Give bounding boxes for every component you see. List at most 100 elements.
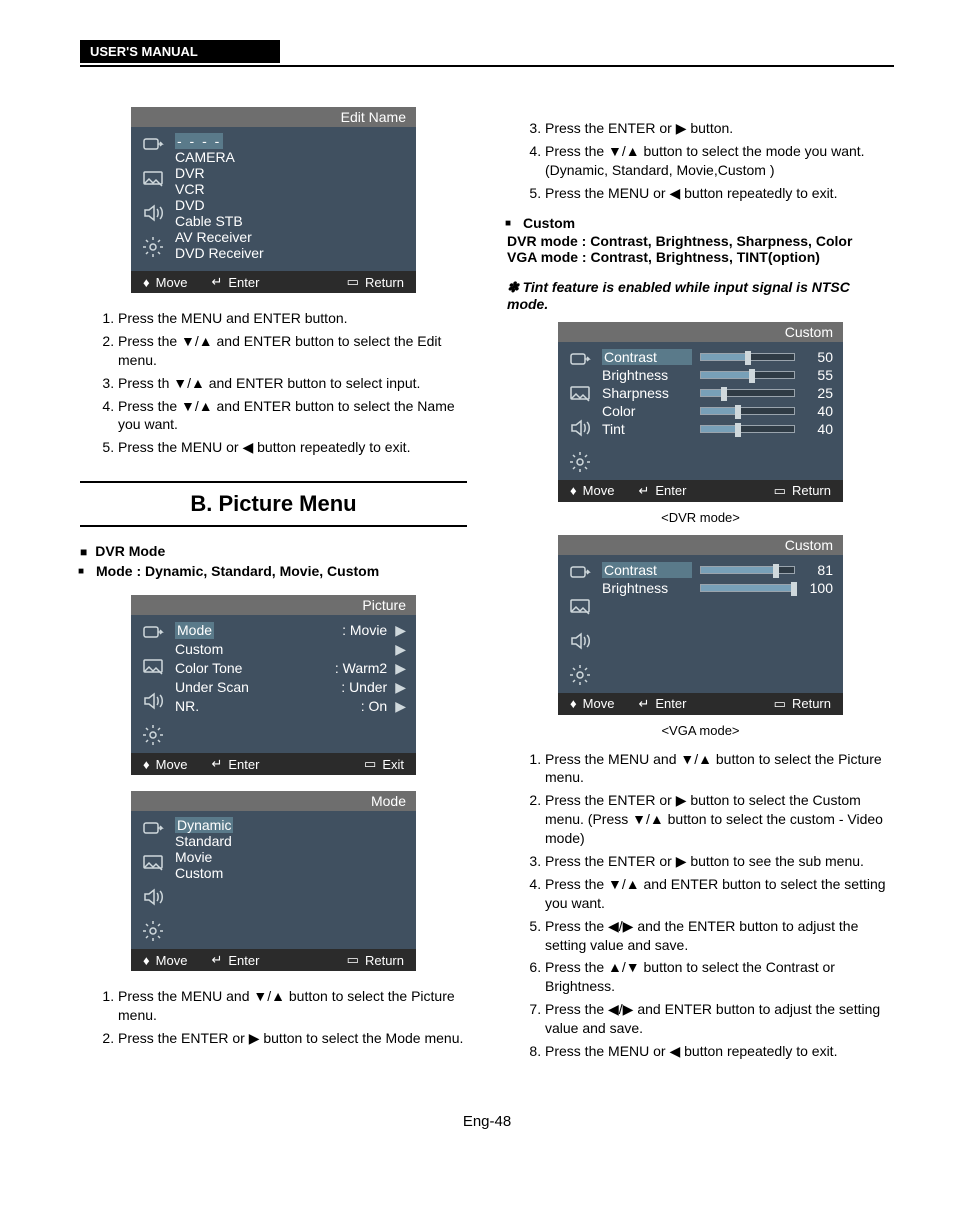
picture-icon xyxy=(568,595,592,619)
hint-exit: ▭Exit xyxy=(364,756,404,772)
hint-return: ▭Return xyxy=(347,274,404,290)
doc-header: USER'S MANUAL xyxy=(80,40,280,63)
step-item: Press the ▼/▲ and ENTER button to select… xyxy=(545,875,894,913)
page-number: Eng-48 xyxy=(80,1113,894,1130)
list-item[interactable]: VCR xyxy=(175,181,406,197)
slider-value: 81 xyxy=(803,562,833,578)
step-item: Press the ▲/▼ button to select the Contr… xyxy=(545,958,894,996)
hint-move: ♦Move xyxy=(143,953,187,968)
osd-custom-dvr: Custom Contrast 50 Brightness 55 Sharpne… xyxy=(558,322,843,502)
slider-value: 100 xyxy=(803,580,833,596)
sound-icon xyxy=(568,416,592,440)
list-item[interactable]: Movie xyxy=(175,849,406,865)
chevron-right-icon: ▶ xyxy=(395,679,406,696)
list-item[interactable]: CAMERA xyxy=(175,149,406,165)
slider-track[interactable] xyxy=(700,371,795,379)
menu-row[interactable]: Mode: Movie▶ xyxy=(175,621,406,640)
menu-row[interactable]: Custom▶ xyxy=(175,640,406,659)
step-item: Press the ▼/▲ and ENTER button to select… xyxy=(118,332,467,370)
input-source-icon xyxy=(568,348,592,372)
slider-track[interactable] xyxy=(700,425,795,433)
slider-row[interactable]: Sharpness 25 xyxy=(602,384,833,402)
slider-track[interactable] xyxy=(700,389,795,397)
setup-icon xyxy=(141,235,165,259)
enter-icon: ↵ xyxy=(211,756,222,772)
hint-return: ▭Return xyxy=(347,952,404,968)
steps-edit-name: Press the MENU and ENTER button. Press t… xyxy=(100,309,467,457)
slider-row[interactable]: Contrast 50 xyxy=(602,348,833,366)
sound-icon xyxy=(141,201,165,225)
updown-icon: ♦ xyxy=(143,953,150,968)
hint-move: ♦Move xyxy=(570,483,614,498)
step-item: Press the ENTER or ▶ button to select th… xyxy=(545,791,894,848)
updown-icon: ♦ xyxy=(570,696,577,711)
menu-row[interactable]: Color Tone: Warm2▶ xyxy=(175,659,406,678)
step-item: Press th ▼/▲ and ENTER button to select … xyxy=(118,374,467,393)
osd-icon-column xyxy=(131,811,175,949)
list-item[interactable]: AV Receiver xyxy=(175,229,406,245)
slider-track[interactable] xyxy=(700,353,795,361)
step-item: Press the ◀/▶ and the ENTER button to ad… xyxy=(545,917,894,955)
hint-enter: ↵Enter xyxy=(638,483,686,499)
slider-track[interactable] xyxy=(700,407,795,415)
input-source-icon xyxy=(568,561,592,585)
list-item[interactable]: Cable STB xyxy=(175,213,406,229)
step-item: Press the ENTER or ▶ button to see the s… xyxy=(545,852,894,871)
list-item[interactable]: DVR xyxy=(175,165,406,181)
list-item[interactable]: DVD Receiver xyxy=(175,245,406,261)
edit-name-current[interactable]: - - - - xyxy=(175,133,223,149)
input-source-icon xyxy=(141,133,165,157)
slider-label: Sharpness xyxy=(602,385,692,401)
header-rule xyxy=(80,65,894,67)
updown-icon: ♦ xyxy=(143,757,150,772)
step-item: Press the MENU and ▼/▲ button to select … xyxy=(545,750,894,788)
step-item: Press the MENU or ◀ button repeatedly to… xyxy=(545,184,894,203)
osd-title: Edit Name xyxy=(131,107,416,127)
step-item: Press the MENU or ◀ button repeatedly to… xyxy=(545,1042,894,1061)
custom-heading: Custom xyxy=(523,215,894,231)
battery-icon: ▭ xyxy=(347,952,359,968)
hint-return: ▭Return xyxy=(774,696,831,712)
slider-row[interactable]: Brightness 100 xyxy=(602,579,833,597)
vga-caption: <VGA mode> xyxy=(507,723,894,738)
list-item[interactable]: Dynamic xyxy=(175,817,233,833)
slider-row[interactable]: Brightness 55 xyxy=(602,366,833,384)
battery-icon: ▭ xyxy=(364,756,376,772)
chevron-right-icon: ▶ xyxy=(395,660,406,677)
slider-track[interactable] xyxy=(700,584,795,592)
step-item: Press the ▼/▲ button to select the mode … xyxy=(545,142,894,180)
step-item: Press the ENTER or ▶ button to select th… xyxy=(118,1029,467,1048)
list-item[interactable]: Custom xyxy=(175,865,406,881)
menu-row[interactable]: Under Scan: Under▶ xyxy=(175,678,406,697)
step-item: Press the MENU or ◀ button repeatedly to… xyxy=(118,438,467,457)
slider-value: 40 xyxy=(803,421,833,437)
updown-icon: ♦ xyxy=(570,483,577,498)
osd-title: Picture xyxy=(131,595,416,615)
slider-row[interactable]: Tint 40 xyxy=(602,420,833,438)
hint-enter: ↵Enter xyxy=(211,952,259,968)
step-item: Press the MENU and ENTER button. xyxy=(118,309,467,328)
enter-icon: ↵ xyxy=(638,696,649,712)
slider-row[interactable]: Contrast 81 xyxy=(602,561,833,579)
dvr-caption: <DVR mode> xyxy=(507,510,894,525)
slider-value: 40 xyxy=(803,403,833,419)
menu-row[interactable]: NR.: On▶ xyxy=(175,697,406,716)
list-item[interactable]: Standard xyxy=(175,833,406,849)
enter-icon: ↵ xyxy=(211,274,222,290)
dvr-mode-desc: DVR mode : Contrast, Brightness, Sharpne… xyxy=(507,233,894,249)
picture-icon xyxy=(568,382,592,406)
slider-row[interactable]: Color 40 xyxy=(602,402,833,420)
battery-icon: ▭ xyxy=(774,696,786,712)
hint-move: ♦Move xyxy=(143,275,187,290)
sound-icon xyxy=(141,689,165,713)
updown-icon: ♦ xyxy=(143,275,150,290)
osd-icon-column xyxy=(558,342,602,480)
osd-icon-column xyxy=(558,555,602,693)
hint-move: ♦Move xyxy=(143,757,187,772)
list-item[interactable]: DVD xyxy=(175,197,406,213)
dvr-mode-heading: DVR Mode xyxy=(80,543,467,559)
hint-return: ▭Return xyxy=(774,483,831,499)
slider-track[interactable] xyxy=(700,566,795,574)
picture-icon xyxy=(141,851,165,875)
hint-move: ♦Move xyxy=(570,696,614,711)
